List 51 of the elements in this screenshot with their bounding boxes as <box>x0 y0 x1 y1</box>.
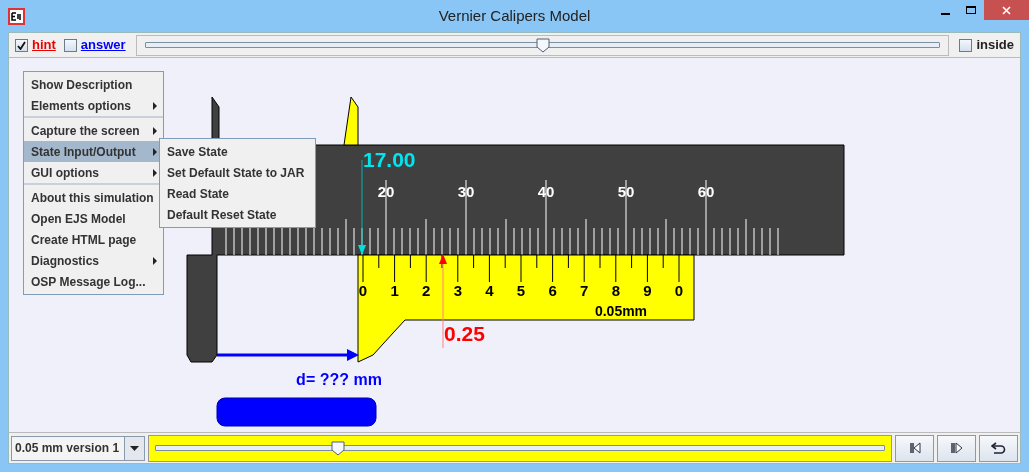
scale-label: 60 <box>697 183 715 200</box>
menu-item[interactable]: Elements options <box>24 95 163 116</box>
vernier-label: 0 <box>674 282 684 299</box>
vernier-label: 2 <box>422 282 431 299</box>
checkbox[interactable] <box>63 38 77 52</box>
slider-thumb[interactable] <box>330 441 345 456</box>
scale-label: 30 <box>457 183 475 200</box>
window-title: Vernier Calipers Model <box>438 5 591 26</box>
distance-label: d= ??? mm <box>296 371 382 388</box>
scale-label: 50 <box>617 183 635 200</box>
vernier-label: 9 <box>643 282 652 299</box>
vernier-label: 3 <box>453 282 462 299</box>
main-reading: 17.00 <box>363 148 416 171</box>
undo-arrow-icon <box>991 441 1006 455</box>
vernier-label: 5 <box>516 282 526 299</box>
step-back-button[interactable] <box>895 434 934 462</box>
resolution-label: 0.05mm <box>594 303 648 319</box>
vernier-label: 7 <box>580 282 589 299</box>
object-block[interactable] <box>216 397 377 427</box>
checkbox[interactable] <box>959 38 973 52</box>
step-forward-icon <box>950 442 963 454</box>
step-back-icon <box>908 442 921 454</box>
menu-item[interactable]: GUI options <box>24 162 163 183</box>
vernier-reading: 0.25 <box>444 322 485 345</box>
checkbox[interactable] <box>15 38 28 52</box>
menu-item[interactable]: About this simulation <box>24 187 163 208</box>
hint-label[interactable]: hint <box>32 35 56 55</box>
slider-thumb[interactable] <box>535 38 550 53</box>
vernier-label: 6 <box>548 282 557 299</box>
app-icon <box>8 7 25 25</box>
reset-button[interactable] <box>979 434 1018 462</box>
step-forward-button[interactable] <box>937 434 976 462</box>
vernier-label: 4 <box>485 282 494 299</box>
dropdown-caret-icon <box>130 445 139 451</box>
scale-label: 20 <box>377 183 395 200</box>
position-slider[interactable] <box>144 37 941 53</box>
menu-item[interactable]: Show Description <box>24 74 163 95</box>
menu-item[interactable]: Diagnostics <box>24 250 163 271</box>
menu-item[interactable]: Open EJS Model <box>24 208 163 229</box>
vernier-label: 0 <box>358 282 368 299</box>
answer-label[interactable]: answer <box>80 35 126 55</box>
close-icon <box>1002 5 1011 15</box>
vernier-label: 1 <box>390 282 399 299</box>
vernier-label: 8 <box>611 282 620 299</box>
version-select[interactable]: 0.05 mm version 1 <box>11 435 145 461</box>
menu-item[interactable]: Capture the screen <box>24 120 163 141</box>
scale-label: 40 <box>537 183 555 200</box>
menu-item[interactable]: Create HTML page <box>24 229 163 250</box>
menu-item[interactable]: OSP Message Log... <box>24 271 163 292</box>
time-slider[interactable] <box>155 440 885 456</box>
inside-label[interactable]: inside <box>976 35 1014 55</box>
